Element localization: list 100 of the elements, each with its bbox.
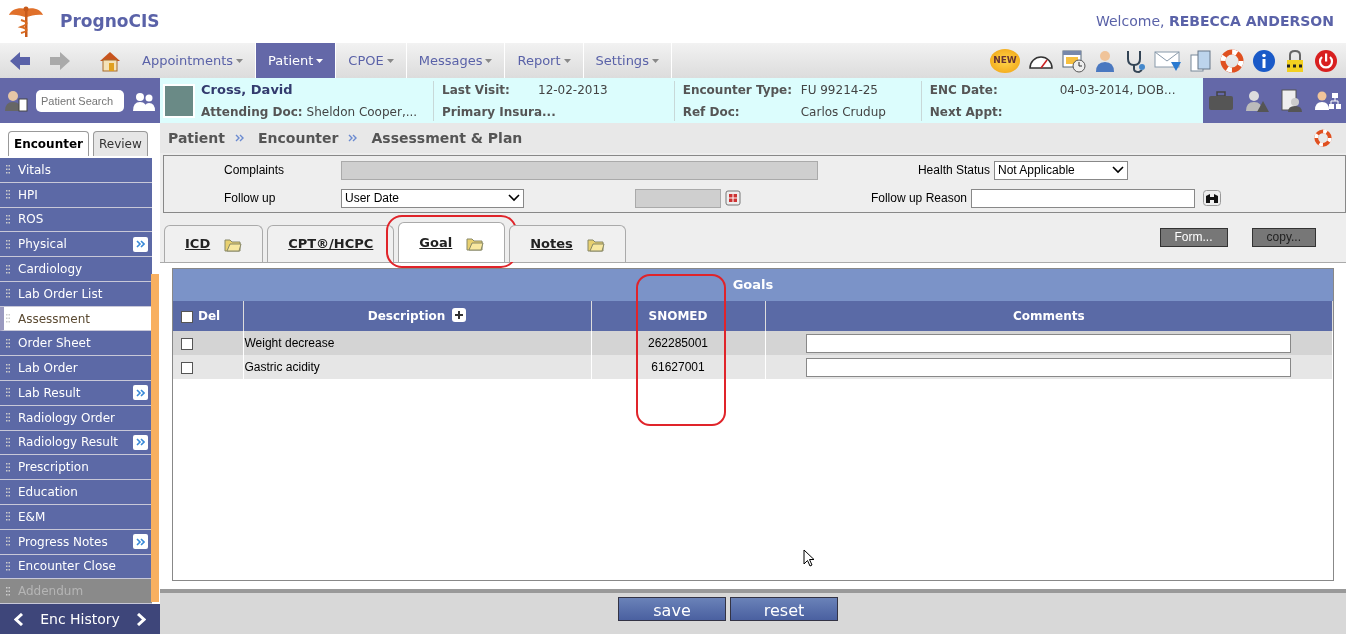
field-label: Follow up Reason <box>869 190 967 207</box>
sidebar-item[interactable]: ROS <box>0 207 152 233</box>
sidebar-item[interactable]: Vitals <box>0 158 152 183</box>
binoculars-icon[interactable] <box>1203 190 1221 206</box>
sidebar-item[interactable]: Order Sheet <box>0 331 152 357</box>
double-chevron-icon <box>136 388 145 397</box>
lock-icon[interactable] <box>1284 48 1306 73</box>
expand-button[interactable] <box>133 534 148 550</box>
checkbox[interactable] <box>181 337 193 350</box>
footer-button[interactable]: save <box>618 597 726 621</box>
footer-button[interactable]: reset <box>730 597 838 621</box>
sidebar-item[interactable]: Prescription <box>0 455 152 481</box>
dropdown-chevron-icon <box>508 194 520 202</box>
grip-icon <box>6 264 10 274</box>
caret-icon <box>485 58 493 63</box>
lifebuoy-icon[interactable] <box>1220 48 1244 73</box>
sidebar-item[interactable]: HPI <box>0 182 152 208</box>
field-label: Follow up <box>224 190 277 207</box>
field-label: Encounter Type: <box>682 81 793 99</box>
field-label: Next Appt: <box>929 103 1004 121</box>
comment-field[interactable] <box>806 357 1292 377</box>
grip-icon <box>6 214 10 224</box>
calendar-icon[interactable] <box>725 190 741 206</box>
column-header: Description <box>243 301 591 331</box>
tab[interactable]: Goal <box>398 222 506 262</box>
user-document-icon[interactable] <box>1279 88 1304 113</box>
welcome-text: Welcome, REBECCA ANDERSON <box>1096 12 1334 31</box>
mail-download-icon[interactable] <box>1154 48 1182 73</box>
caret-icon <box>236 58 244 63</box>
caret-icon <box>651 58 659 63</box>
sidebar-item[interactable]: Radiology Result <box>0 430 152 456</box>
lifebuoy-icon[interactable] <box>1314 129 1332 147</box>
chevron-separator-icon <box>348 134 358 142</box>
new-badge[interactable]: NEW <box>990 48 1020 73</box>
field-value: FU 99214-25 <box>800 81 879 99</box>
user-document-icon[interactable] <box>4 88 28 113</box>
sidebar-item[interactable]: Cardiology <box>0 257 152 282</box>
stethoscope-icon[interactable] <box>1124 48 1146 73</box>
user-icon[interactable] <box>1094 48 1116 73</box>
table-cell: Gastric acidity <box>243 355 591 379</box>
enc-history-bar[interactable]: Enc History <box>0 604 160 634</box>
breadcrumb-link[interactable]: Patient <box>168 127 225 149</box>
photo-placeholder <box>163 83 195 118</box>
grip-icon <box>6 512 10 522</box>
chevron-left-icon[interactable] <box>14 612 25 626</box>
patient-search-field[interactable]: Patient Search <box>36 89 124 112</box>
sidebar-item[interactable]: Lab Order <box>0 356 152 382</box>
expand-button[interactable] <box>133 385 148 401</box>
sidebar-item[interactable]: E&M <box>0 504 152 530</box>
tab[interactable]: ICD <box>164 225 264 262</box>
sidebar-item[interactable]: Encounter Close <box>0 554 152 580</box>
breadcrumb-link[interactable]: Assessment & Plan <box>371 127 523 149</box>
sidebar-item[interactable]: Lab Order List <box>0 281 152 307</box>
tab[interactable]: Notes <box>509 225 626 262</box>
grip-icon <box>6 289 10 299</box>
sidebar-item[interactable]: Progress Notes <box>0 529 152 555</box>
sidebar-item[interactable]: Radiology Order <box>0 405 152 431</box>
menu-item[interactable]: Patient <box>256 43 337 78</box>
tab-action-button[interactable]: Form... <box>1159 228 1228 247</box>
sidebar-tab[interactable]: Review <box>93 131 148 156</box>
sidebar-item[interactable]: Assessment <box>0 306 152 332</box>
column-header: Comments <box>765 301 1333 331</box>
tab-action-button[interactable]: copy... <box>1251 228 1316 247</box>
power-icon[interactable] <box>1314 48 1338 73</box>
checkbox[interactable] <box>181 310 193 323</box>
sidebar-item[interactable]: Education <box>0 480 152 505</box>
sidebar-tab[interactable]: Encounter <box>8 131 89 156</box>
expand-button[interactable] <box>133 236 148 252</box>
sidebar-item[interactable]: Lab Result <box>0 381 152 406</box>
double-chevron-icon <box>136 240 145 249</box>
grip-icon <box>6 165 10 175</box>
folder-icon <box>586 236 605 252</box>
app-title: PrognoCIS <box>60 9 160 33</box>
back-arrow-icon[interactable] <box>8 49 32 72</box>
field-label: Primary Insura... <box>442 103 556 121</box>
caret-icon <box>386 58 394 63</box>
field-label: Health Status <box>916 162 990 179</box>
table-title: Goals <box>173 269 1333 301</box>
column-header: SNOMED <box>591 301 765 331</box>
dropdown-field[interactable]: Not Applicable <box>994 160 1128 180</box>
field-label: Complaints <box>224 162 286 179</box>
calendar-clock-icon[interactable] <box>1062 48 1086 73</box>
grip-icon <box>6 537 10 547</box>
add-icon[interactable] <box>452 308 467 322</box>
checkbox[interactable] <box>181 361 193 374</box>
chevron-right-icon[interactable] <box>135 612 146 626</box>
comment-field[interactable] <box>806 333 1292 353</box>
field-label: ENC Date: <box>929 81 999 99</box>
table-cell: 61627001 <box>591 355 765 379</box>
field-label: Ref Doc: <box>682 103 741 121</box>
sidebar-item[interactable]: Physical <box>0 232 152 258</box>
dropdown-field[interactable]: User Date <box>341 188 524 208</box>
home-icon[interactable] <box>98 49 122 72</box>
user-warning-icon[interactable] <box>1245 88 1270 113</box>
follow-up-reason-field[interactable] <box>971 188 1195 208</box>
expand-button[interactable] <box>133 435 148 450</box>
breadcrumb-link[interactable]: Encounter <box>258 127 339 149</box>
tab[interactable]: CPT®/HCPC <box>267 225 395 262</box>
grip-icon <box>6 338 10 348</box>
info-icon[interactable] <box>1252 48 1276 73</box>
